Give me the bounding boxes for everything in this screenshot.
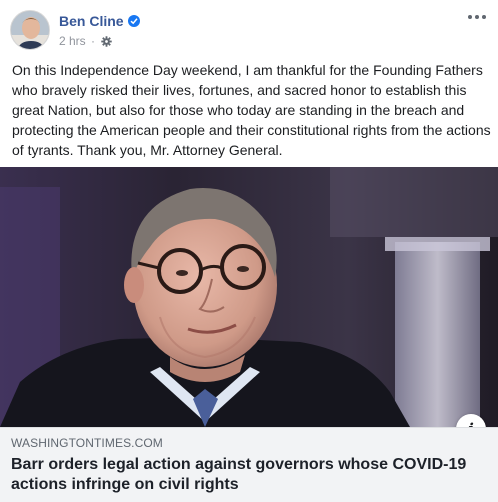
author-name[interactable]: Ben Cline	[59, 13, 124, 29]
link-domain: WASHINGTONTIMES.COM	[11, 436, 163, 450]
meta-separator: ·	[91, 34, 96, 48]
post-header: Ben Cline 2 hrs ·	[0, 0, 498, 58]
author-name-link[interactable]: Ben Cline	[59, 13, 140, 29]
author-avatar[interactable]	[10, 10, 50, 50]
link-caption[interactable]: WASHINGTONTIMES.COM Barr orders legal ac…	[0, 427, 498, 502]
link-preview-image[interactable]	[0, 167, 498, 427]
more-options-icon[interactable]	[468, 8, 488, 24]
post-timestamp[interactable]: 2 hrs	[59, 34, 86, 48]
link-preview-card[interactable]: i WASHINGTONTIMES.COM Barr orders legal …	[0, 167, 498, 502]
post-body-text: On this Independence Day weekend, I am t…	[12, 62, 491, 158]
link-headline[interactable]: Barr orders legal action against governo…	[11, 455, 481, 495]
verified-badge-icon	[127, 15, 140, 27]
barr-photo	[0, 167, 498, 427]
gear-icon[interactable]	[101, 36, 113, 50]
post-meta: 2 hrs ·	[59, 34, 113, 50]
avatar-image	[11, 11, 49, 49]
